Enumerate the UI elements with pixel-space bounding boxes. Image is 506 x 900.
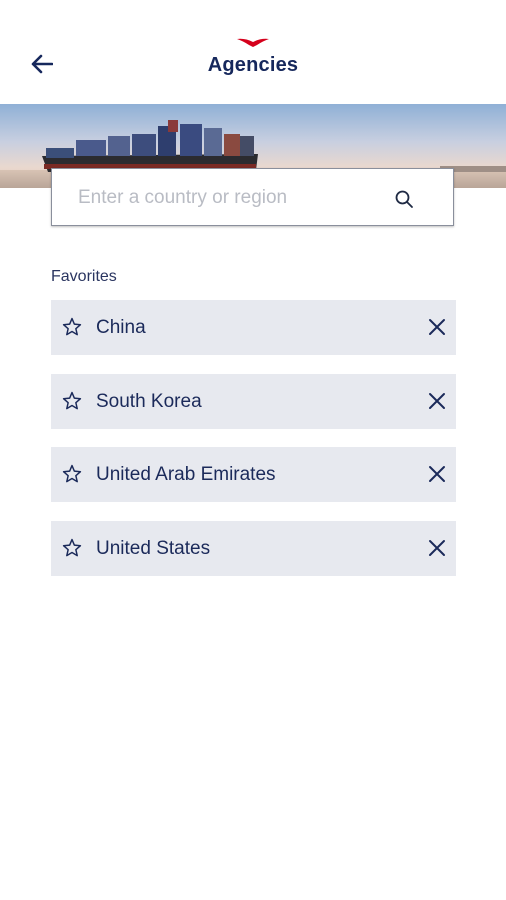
close-icon[interactable] — [427, 317, 447, 337]
favorite-item-name: South Korea — [96, 390, 202, 412]
favorite-item[interactable]: United Arab Emirates — [51, 447, 456, 502]
star-outline-icon[interactable] — [61, 390, 83, 412]
favorites-label: Favorites — [51, 268, 117, 285]
search-box[interactable] — [51, 168, 454, 227]
favorite-item-name: China — [96, 317, 146, 338]
brand-logo-icon — [237, 38, 269, 47]
favorite-item-name: United Arab Emirates — [96, 464, 276, 485]
favorite-item-name: United States — [96, 537, 211, 559]
search-icon[interactable] — [394, 189, 414, 209]
star-outline-icon[interactable] — [61, 463, 83, 485]
close-icon[interactable] — [427, 538, 447, 558]
close-icon[interactable] — [427, 391, 447, 411]
close-icon[interactable] — [427, 464, 447, 484]
favorite-item[interactable]: South Korea — [51, 373, 456, 429]
favorites-list: China South Korea United Arab Emirates U… — [51, 300, 456, 594]
star-outline-icon[interactable] — [61, 537, 83, 559]
favorite-item[interactable]: United States — [51, 520, 456, 576]
search-input[interactable] — [76, 169, 380, 227]
app-header: Agencies — [0, 0, 506, 104]
star-outline-icon[interactable] — [61, 316, 83, 338]
page-title: Agencies — [207, 54, 299, 76]
favorite-item[interactable]: China — [51, 300, 456, 355]
